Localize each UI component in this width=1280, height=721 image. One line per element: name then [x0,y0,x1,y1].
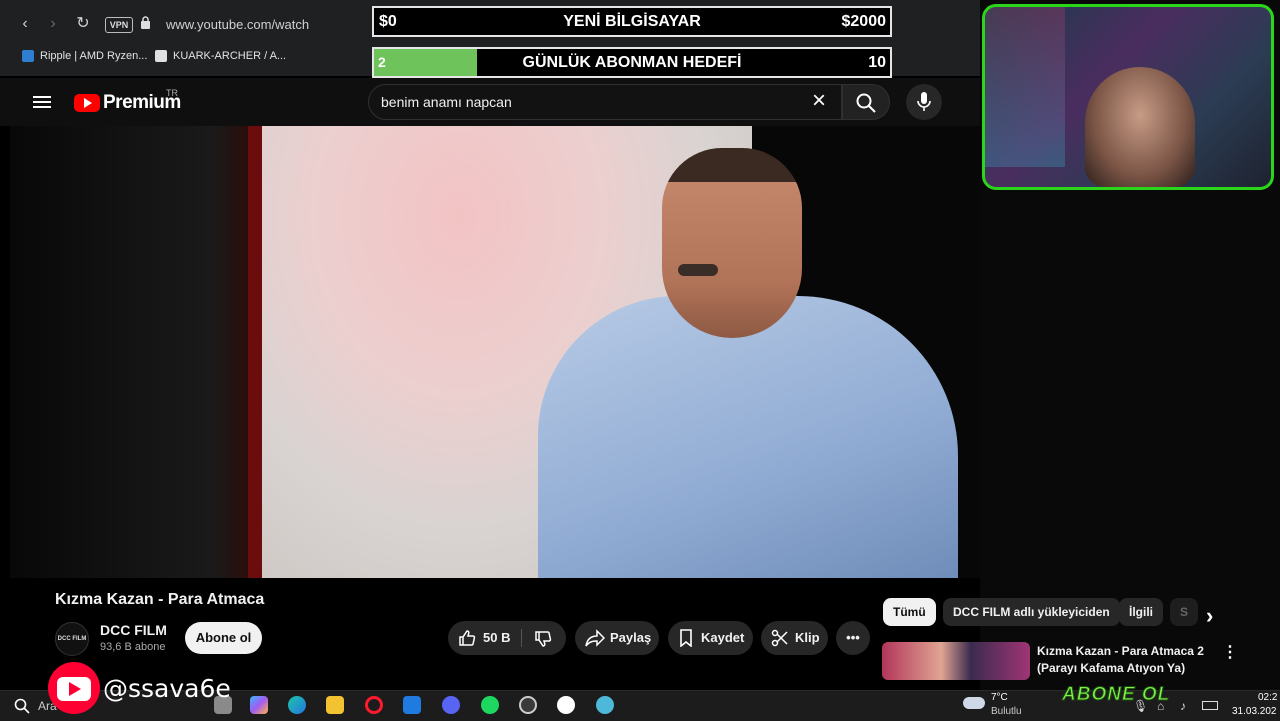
save-label: Kaydet [701,630,745,645]
video-person-body [538,296,958,578]
bookmark-favicon-icon [155,50,167,62]
search-query[interactable]: benim anamı napcan [381,94,512,110]
voice-search-button[interactable] [906,84,942,120]
clip-label: Klip [795,630,820,645]
more-actions-icon[interactable]: ••• [836,621,870,655]
goal-bar: $0 YENİ BİLGİSAYAR $2000 [372,6,892,37]
region-label: TR [166,88,178,98]
weather-temp[interactable]: 7°C [991,692,1008,703]
chip-uploader[interactable]: DCC FILM adlı yükleyiciden [943,598,1120,626]
like-dislike-group: 50 B [448,621,566,655]
media-player-icon[interactable] [557,696,575,714]
channel-name[interactable]: DCC FILM [100,622,167,638]
clip-button[interactable]: Klip [761,621,828,655]
chip-partial[interactable]: S [1170,598,1199,626]
video-person-mustache [678,264,718,276]
taskbar-search-icon[interactable] [14,698,30,714]
search-icon [856,93,876,113]
address-bar[interactable]: www.youtube.com/watch [166,17,309,32]
related-video-thumbnail[interactable] [882,642,1030,680]
like-count[interactable]: 50 B [483,621,510,655]
microphone-icon [917,92,931,111]
watermark-handle: @ssava6e [103,674,231,703]
video-background-left [10,126,248,578]
weather-desc[interactable]: Bulutlu [991,706,1022,717]
chips-next-icon[interactable]: › [1206,603,1213,629]
clock-date[interactable]: 31.03.202 [1232,706,1277,717]
share-icon [585,629,605,647]
copilot-icon[interactable] [250,696,268,714]
video-player[interactable] [10,126,1036,578]
webcam-streamer [1085,67,1195,187]
webcam-lights [985,7,1065,167]
spotify-icon[interactable] [481,696,499,714]
subscriber-goal-title: GÜNLÜK ABONMAN HEDEFİ [522,54,742,71]
bookmark-ripple[interactable]: Ripple | AMD Ryzen... [22,50,147,62]
subscribe-button[interactable]: Abone ol [185,622,262,654]
related-more-icon[interactable]: ⋮ [1222,642,1238,662]
menu-icon[interactable] [33,93,51,111]
clear-search-icon[interactable]: × [812,89,826,113]
cloud-icon[interactable] [963,697,985,709]
chip-all[interactable]: Tümü [883,598,936,626]
like-divider [521,629,522,647]
related-video-title[interactable]: Kızma Kazan - Para Atmaca 2 (Parayı Kafa… [1037,643,1207,677]
save-button[interactable]: Kaydet [668,621,753,655]
scissors-icon [771,629,788,647]
discord-icon[interactable] [442,696,460,714]
abone-ol-overlay: ABONE OL [1061,684,1171,706]
subscriber-count: 93,6 B abone [100,641,166,653]
bookmark-kuark[interactable]: KUARK-ARCHER / A... [155,50,286,62]
opera-icon[interactable] [365,696,383,714]
video-person-head [662,148,802,338]
microphone-tray-icon[interactable]: 🎙 [1133,699,1148,713]
mail-icon[interactable] [403,696,421,714]
volume-icon[interactable]: ♪ [1180,699,1186,713]
network-icon[interactable]: ⌂ [1157,699,1164,713]
battery-icon[interactable] [1202,701,1218,710]
clock-time[interactable]: 02:2 [1258,692,1277,703]
chip-related[interactable]: İlgili [1119,598,1163,626]
watermark-play-icon [69,682,81,696]
youtube-play-icon [84,98,92,108]
channel-avatar[interactable]: DCC FILM [55,622,89,656]
goal-title: YENİ BİLGİSAYAR [563,13,701,30]
bookmark-label: Ripple | AMD Ryzen... [40,50,148,62]
share-button[interactable]: Paylaş [575,621,659,655]
video-curtain [248,126,262,578]
vpn-badge[interactable]: VPN [105,17,133,33]
obs-icon[interactable] [519,696,537,714]
bookmark-favicon-icon [22,50,34,62]
bookmark-icon [680,629,692,647]
dislike-icon[interactable] [534,630,552,648]
bookmark-label: KUARK-ARCHER / A... [173,50,287,62]
share-label: Paylaş [610,630,652,645]
subscriber-goal-bar: 2 GÜNLÜK ABONMAN HEDEFİ 10 [372,47,892,78]
video-title: Kızma Kazan - Para Atmaca [55,591,265,608]
edge-icon[interactable] [288,696,306,714]
forward-icon[interactable]: › [43,14,63,34]
app-icon[interactable] [596,696,614,714]
reload-icon[interactable]: ↻ [73,14,93,34]
subscriber-goal-target: 10 [868,54,886,71]
webcam-overlay [982,4,1274,190]
like-icon[interactable] [458,629,476,647]
lock-icon[interactable] [140,16,151,32]
search-button[interactable] [842,84,890,120]
file-explorer-icon[interactable] [326,696,344,714]
back-icon[interactable]: ‹ [15,14,35,34]
goal-end: $2000 [841,13,887,30]
